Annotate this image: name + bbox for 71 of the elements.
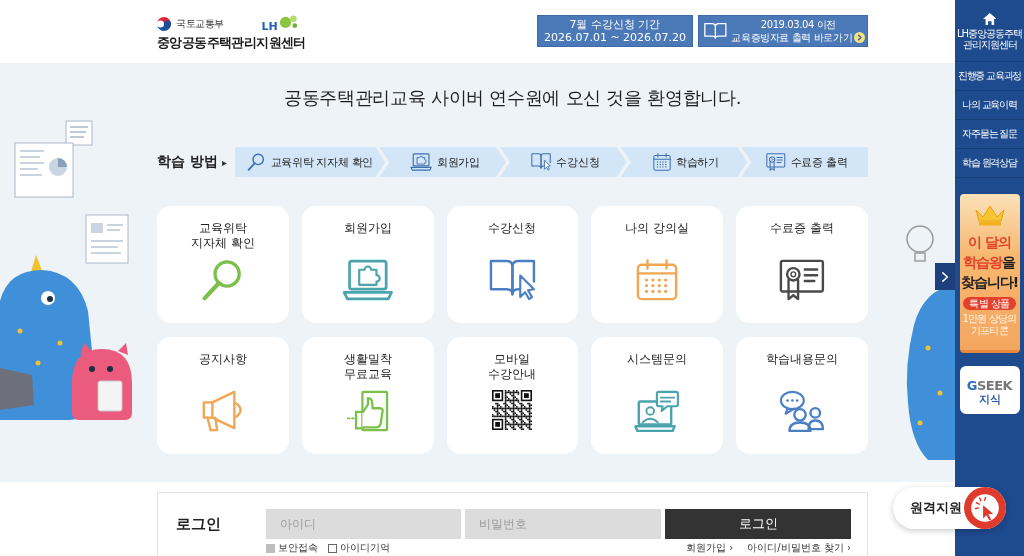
checkbox[interactable] [266, 543, 275, 553]
remote-support-button[interactable]: 원격지원 [893, 487, 1006, 529]
event-banner[interactable]: 이 달의 학습왕을 찾습니다! 특별 상품 1만원 상당의 기프티콘 [959, 194, 1020, 353]
menu-card[interactable]: 모바일 수강안내 [446, 337, 579, 454]
password-input[interactable]: 비밀번호 [465, 509, 661, 539]
agency-name: 국토교통부 [176, 16, 224, 31]
note-drawing [65, 120, 93, 146]
calendar-icon [636, 259, 679, 301]
certificate-icon [779, 259, 825, 301]
home-icon [982, 13, 997, 25]
steps-title: 학습 방법 [157, 153, 218, 171]
book-icon [704, 22, 727, 39]
book-cursor-icon [531, 153, 552, 171]
menu-card[interactable]: 생활밀착 무료교육 [301, 337, 434, 454]
sidebar-link[interactable]: 진행중 교육과정 [955, 62, 1024, 91]
checkbox-label: 보안접속 [278, 542, 318, 554]
sidebar-link[interactable]: 나의 교육이력 [955, 91, 1024, 120]
step-label: 회원가입 [436, 154, 480, 170]
login-link[interactable]: 회원가입 › [686, 542, 734, 554]
calendar-icon [653, 153, 672, 171]
arrow-circle-icon [854, 31, 866, 43]
cursor-click-icon [964, 487, 1006, 529]
book-cursor-icon [489, 259, 536, 301]
step-label: 수강신청 [556, 154, 600, 170]
lightbulb-drawing [906, 225, 934, 262]
steps-marker: ▸ [221, 156, 227, 168]
laptop-puzzle-icon [341, 259, 394, 301]
site-title[interactable]: 중앙공동주택관리지원센터 [157, 34, 306, 51]
laptop-puzzle-icon [409, 153, 432, 171]
sidebar-link[interactable]: 자주묻는 질문 [955, 120, 1024, 149]
sidebar-link[interactable]: 학습 원격상담 [955, 149, 1024, 178]
id-input[interactable]: 아이디 [266, 509, 461, 539]
menu-card[interactable]: 수료증 출력 [736, 206, 868, 323]
login-title: 로그인 [176, 514, 222, 535]
login-button[interactable]: 로그인 [665, 509, 851, 539]
checkbox-label: 아이디기억 [340, 542, 390, 554]
menu-card[interactable]: 나의 강의실 [591, 206, 724, 323]
menu-card[interactable]: 학습내용문의 [736, 337, 868, 454]
next-arrow-button[interactable] [935, 263, 955, 290]
notice-button[interactable]: 7월 수강신청 기간 2026.07.01 ~ 2026.07.20 [537, 14, 693, 47]
login-link[interactable]: 아이디/비밀번호 찾기 › [747, 542, 851, 554]
partner-logo-text: LH [261, 21, 278, 32]
emblem-icon [157, 16, 171, 31]
menu-card[interactable]: 회원가입 [301, 206, 434, 323]
prize-badge: 특별 상품 [963, 297, 1016, 310]
laptop-drawing [0, 368, 34, 410]
people-chat-icon [779, 390, 825, 432]
dots-logo-icon [278, 15, 298, 28]
laptop-chat-icon [634, 390, 681, 432]
home-link[interactable]: LH중앙공동주택 관리지원센터 [955, 0, 1024, 62]
banner-note: 1만원 상당의 기프티콘 [962, 313, 1017, 337]
welcome-message: 공동주택관리교육 사이버 연수원에 오신 것을 환영합니다. [283, 86, 742, 110]
thumbs-up-icon [345, 390, 390, 432]
qr-code-icon [492, 390, 533, 430]
certificate-icon [766, 153, 786, 171]
search-icon [247, 153, 266, 171]
notice-button[interactable]: 2019.03.04 이전 교육증빙자료 출력 바로가기 [698, 14, 868, 47]
menu-card[interactable]: 교육위탁 지자체 확인 [157, 206, 289, 323]
banner-headline: 이 달의 학습왕을 찾습니다! [960, 233, 1019, 292]
document-drawing [14, 142, 74, 198]
step-label: 수료증 출력 [790, 154, 848, 170]
checkbox[interactable] [328, 543, 337, 553]
step-label: 학습하기 [676, 154, 719, 170]
step-label: 교육위탁 지자체 확인 [270, 154, 374, 170]
chevron-right-icon [941, 271, 949, 282]
menu-card[interactable]: 시스템문의 [591, 337, 724, 454]
gseek-link[interactable]: GSEEK 지식 [959, 366, 1020, 414]
crown-icon [973, 204, 1006, 226]
menu-card[interactable]: 수강신청 [446, 206, 579, 323]
chart-document-drawing [85, 214, 129, 264]
menu-card[interactable]: 공지사항 [157, 337, 289, 454]
